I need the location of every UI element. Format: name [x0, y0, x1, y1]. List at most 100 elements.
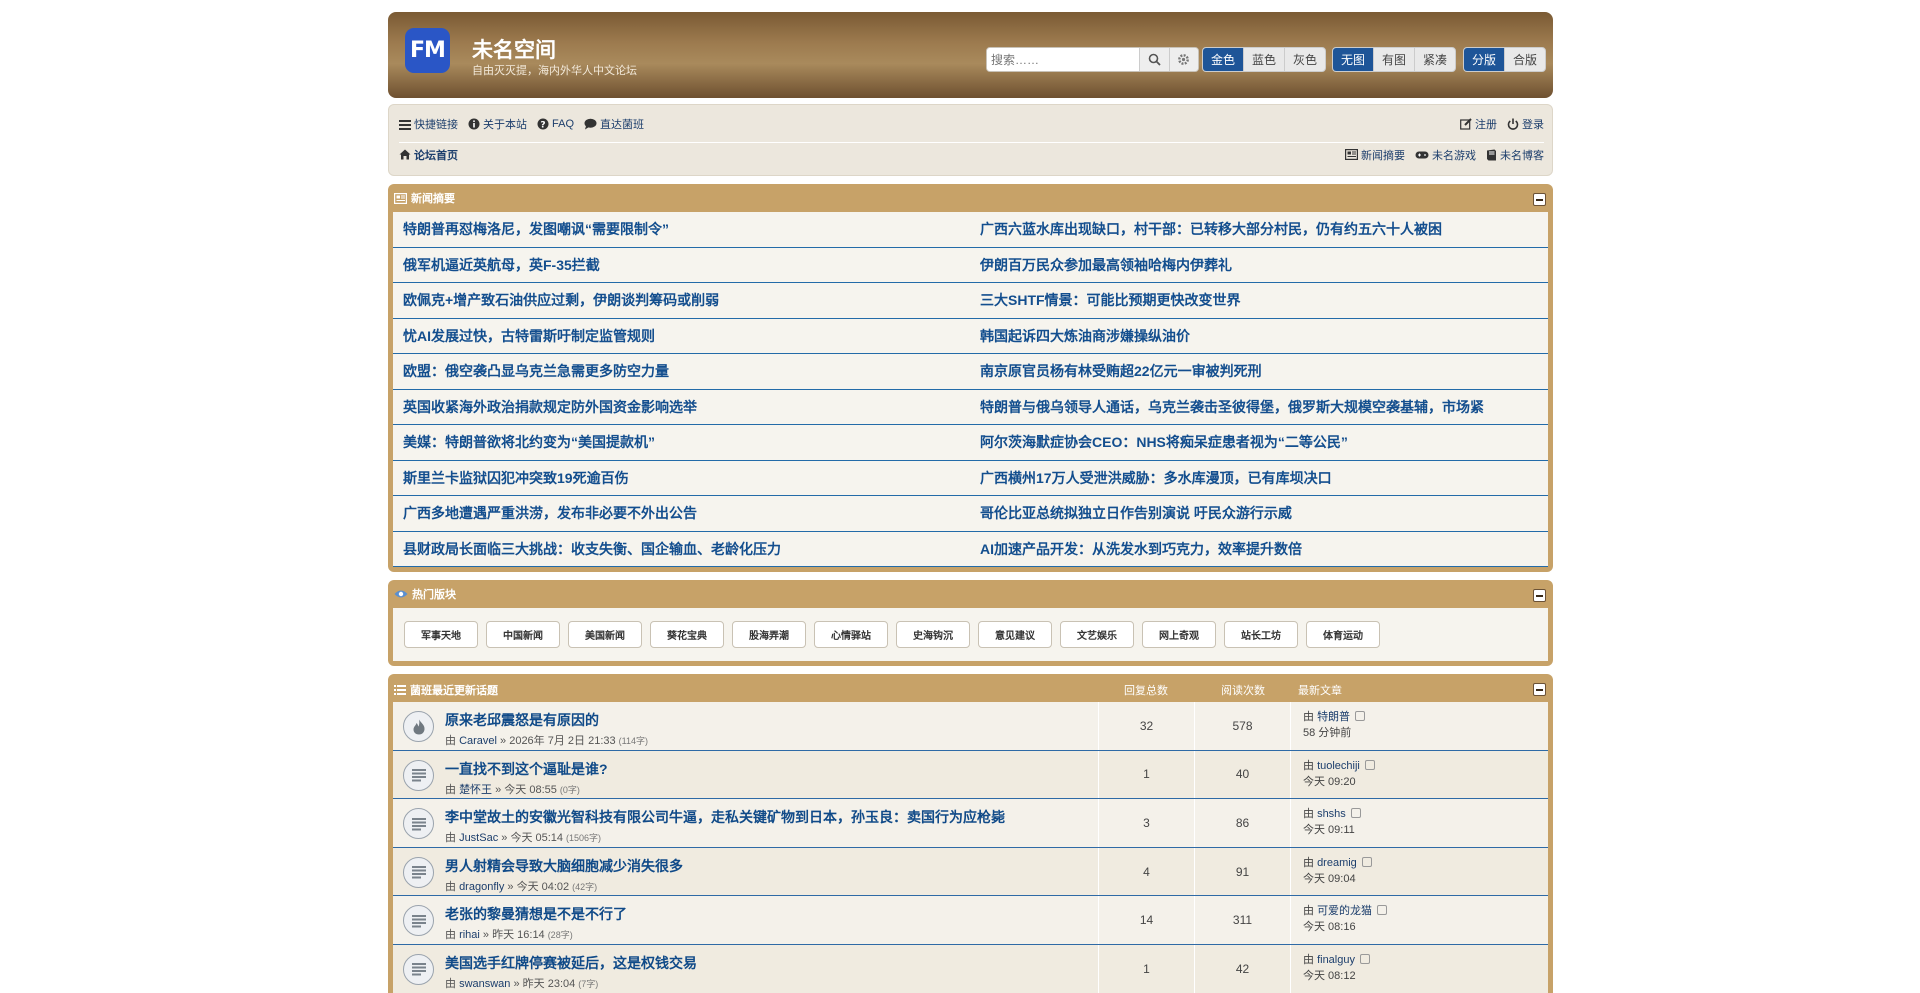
- faq-link[interactable]: ? FAQ: [537, 118, 574, 130]
- topic-title[interactable]: 一直找不到这个逼耻是谁?: [445, 759, 608, 779]
- topic-author[interactable]: dragonfly: [459, 881, 504, 893]
- goto-last-post-icon[interactable]: [1350, 808, 1361, 819]
- news-item-right[interactable]: AI加速产品开发：从洗发水到巧克力，效率提升数倍: [970, 532, 1548, 567]
- news-digest-link[interactable]: 新闻摘要: [1345, 147, 1405, 163]
- news-item-left[interactable]: 俄军机逼近英航母，英F-35拦截: [393, 248, 970, 283]
- hot-forum-button[interactable]: 中国新闻: [486, 621, 560, 648]
- merge-board-button[interactable]: 合版: [1505, 48, 1545, 71]
- news-item-right[interactable]: 三大SHTF情景：可能比预期更快改变世界: [970, 283, 1548, 319]
- news-item-left[interactable]: 县财政局长面临三大挑战：收支失衡、国企输血、老龄化压力: [393, 532, 970, 567]
- topic-time: » 昨天 23:04: [513, 977, 576, 990]
- topics-collapse-button[interactable]: [1533, 683, 1546, 696]
- news-item-left[interactable]: 忧AI发展过快，古特雷斯吁制定监管规则: [393, 319, 970, 354]
- split-board-button[interactable]: 分版: [1464, 48, 1506, 71]
- hot-forum-button[interactable]: 站长工坊: [1224, 621, 1298, 648]
- news-item-right[interactable]: 伊朗百万民众参加最高领袖哈梅内伊葬礼: [970, 248, 1548, 283]
- info-icon: [468, 118, 480, 130]
- news-item-left[interactable]: 特朗普再怼梅洛尼，发图嘲讽“需要限制令”: [393, 212, 970, 248]
- hot-forum-button[interactable]: 军事天地: [404, 621, 478, 648]
- games-link[interactable]: 未名游戏: [1415, 147, 1476, 163]
- hot-forum-button[interactable]: 葵花宝典: [650, 621, 724, 648]
- hot-forum-button[interactable]: 文艺娱乐: [1060, 621, 1134, 648]
- blog-link[interactable]: 未名博客: [1486, 147, 1544, 163]
- topic-title[interactable]: 男人射精会导致大脑细胞减少消失很多: [445, 856, 683, 876]
- topic-author[interactable]: rihai: [459, 929, 480, 941]
- topic-author[interactable]: Caravel: [459, 735, 497, 747]
- quick-links-menu[interactable]: 快捷链接: [399, 116, 458, 132]
- hot-forum-button[interactable]: 体育运动: [1306, 621, 1380, 648]
- topic-row: 一直找不到这个逼耻是谁? 由 楚怀王 » 今天 08:55 (0字) 1 40 由 tuo…: [393, 750, 1548, 800]
- hot-forum-button[interactable]: 意见建议: [978, 621, 1052, 648]
- goto-last-post-icon[interactable]: [1377, 905, 1388, 916]
- goto-last-post-icon[interactable]: [1364, 759, 1375, 770]
- hot-forum-button[interactable]: 股海弄潮: [732, 621, 806, 648]
- register-link[interactable]: 注册: [1460, 116, 1497, 132]
- topic-title[interactable]: 李中堂故土的安徽光智科技有限公司牛逼，走私关键矿物到日本，孙玉良：卖国行为应枪毙: [445, 807, 1005, 827]
- news-item-left[interactable]: 斯里兰卡监狱囚犯冲突致19死逾百伤: [393, 461, 970, 496]
- hot-collapse-button[interactable]: [1533, 589, 1546, 602]
- news-item-right[interactable]: 广西六蓝水库出现缺口，村干部：已转移大部分村民，仍有约五六十人被困: [970, 212, 1548, 248]
- news-item-right[interactable]: 阿尔茨海默症协会CEO：NHS将痴呆症患者视为“二等公民”: [970, 425, 1548, 461]
- topic-size: (0字): [559, 784, 580, 795]
- last-post-author[interactable]: shshs: [1317, 808, 1346, 820]
- goto-last-post-icon[interactable]: [1359, 953, 1370, 964]
- topic-author[interactable]: JustSac: [459, 832, 498, 844]
- topic-read-icon: [411, 963, 426, 976]
- last-post-author[interactable]: 特朗普: [1317, 711, 1350, 723]
- news-item-left[interactable]: 欧佩克+增产致石油供应过剩，伊朗谈判筹码或削弱: [393, 283, 970, 319]
- about-link[interactable]: 关于本站: [468, 116, 527, 132]
- color-gold-button[interactable]: 金色: [1203, 48, 1245, 71]
- news-grid: 特朗普再怼梅洛尼，发图嘲讽“需要限制令” 广西六蓝水库出现缺口，村干部：已转移大部…: [393, 212, 1548, 567]
- topic-title[interactable]: 老张的黎曼猜想是不是不行了: [445, 904, 627, 924]
- hot-forum-button[interactable]: 美国新闻: [568, 621, 642, 648]
- topic-size: (28字): [547, 930, 573, 941]
- news-item-right[interactable]: 南京原官员杨有林受贿超22亿元一审被判死刑: [970, 354, 1548, 390]
- last-post-time: 今天 09:20: [1303, 775, 1356, 788]
- news-item-right[interactable]: 哥伦比亚总统拟独立日作告别演说 吁民众游行示威: [970, 496, 1548, 532]
- topic-row: 原来老邱震怒是有原因的由 Caravel » 2026年 7月 2日 21:33…: [393, 702, 1548, 751]
- recent-topics-panel: 菌班最近更新话题 回复总数 阅读次数 最新文章 原来老邱震怒是有原因的由 Car…: [388, 674, 1553, 993]
- hot-forum-button[interactable]: 史海钩沉: [896, 621, 970, 648]
- last-post-author[interactable]: tuolechiji: [1317, 760, 1360, 772]
- topics-header: 菌班最近更新话题 回复总数 阅读次数 最新文章: [393, 674, 1548, 702]
- about-label: 关于本站: [483, 119, 527, 131]
- topic-main-cell: 男人射精会导致大脑细胞减少消失很多由 dragonfly » 今天 04:02(…: [393, 847, 1099, 896]
- hot-forum-button[interactable]: 心情驿站: [814, 621, 888, 648]
- compact-button[interactable]: 紧凑: [1415, 48, 1455, 71]
- news-collapse-button[interactable]: [1533, 193, 1546, 206]
- topic-by-label: 由: [445, 783, 456, 796]
- news-item-left[interactable]: 英国收紧海外政治捐款规定防外国资金影响选举: [393, 390, 970, 425]
- news-item-right[interactable]: 特朗普与俄乌领导人通话，乌克兰袭击圣彼得堡，俄罗斯大规模空袭基辅，市场紧: [970, 390, 1548, 425]
- topic-author[interactable]: 楚怀王: [459, 784, 492, 796]
- color-blue-button[interactable]: 蓝色: [1244, 48, 1286, 71]
- goto-last-post-icon[interactable]: [1355, 711, 1366, 721]
- forum-home-link[interactable]: 论坛首页: [399, 147, 458, 163]
- color-gray-button[interactable]: 灰色: [1285, 48, 1325, 71]
- hot-forum-button[interactable]: 网上奇观: [1142, 621, 1216, 648]
- login-link[interactable]: 登录: [1507, 116, 1544, 132]
- topic-time: » 2026年 7月 2日 21:33: [500, 735, 616, 747]
- site-logo[interactable]: FM: [405, 28, 450, 73]
- last-post-author[interactable]: finalguy: [1317, 954, 1355, 966]
- no-image-button[interactable]: 无图: [1333, 48, 1375, 71]
- topic-title[interactable]: 美国选手红牌停赛被延后，这是权钱交易: [445, 953, 697, 973]
- news-panel-header: 新闻摘要: [393, 184, 1548, 212]
- news-item-right[interactable]: 韩国起诉四大炼油商涉嫌操纵油价: [970, 319, 1548, 354]
- site-title[interactable]: 未名空间: [472, 34, 556, 64]
- news-item-left[interactable]: 欧盟：俄空袭凸显乌克兰急需更多防空力量: [393, 354, 970, 390]
- advanced-search-button[interactable]: [1168, 48, 1198, 71]
- goto-last-post-icon[interactable]: [1361, 856, 1372, 867]
- search-input[interactable]: [987, 48, 1139, 71]
- news-item-left[interactable]: 广西多地遭遇严重洪涝，发布非必要不外出公告: [393, 496, 970, 532]
- topic-by-label: 由: [445, 735, 456, 747]
- news-item-left[interactable]: 美媒：特朗普欲将北约变为“美国提款机”: [393, 425, 970, 461]
- topic-author[interactable]: swanswan: [459, 978, 510, 990]
- last-post-author[interactable]: 可爱的龙猫: [1317, 905, 1372, 917]
- with-image-button[interactable]: 有图: [1374, 48, 1416, 71]
- search-box: [986, 47, 1199, 72]
- last-post-author[interactable]: dreamig: [1317, 857, 1357, 869]
- topic-title[interactable]: 原来老邱震怒是有原因的: [445, 710, 599, 730]
- search-button[interactable]: [1139, 48, 1169, 71]
- direct-board-link[interactable]: 直达菌班: [584, 116, 644, 132]
- news-item-right[interactable]: 广西横州17万人受泄洪威胁：多水库漫顶，已有库坝决口: [970, 461, 1548, 496]
